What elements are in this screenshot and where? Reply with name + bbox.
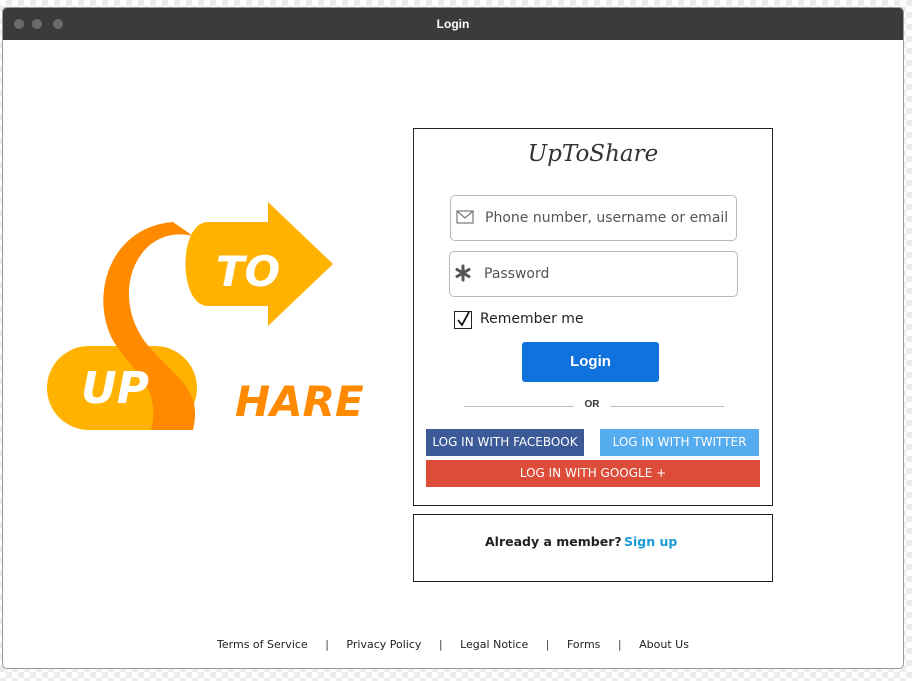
title-bar: Login [3, 8, 903, 40]
login-button[interactable]: Login [522, 342, 659, 382]
password-field[interactable] [449, 251, 738, 297]
footer-link-legal[interactable]: Legal Notice [460, 638, 528, 651]
envelope-icon [456, 209, 474, 230]
or-divider-left [464, 406, 574, 407]
brand-title: UpToShare [527, 141, 659, 167]
remember-checkbox[interactable] [454, 311, 472, 329]
remember-label: Remember me [480, 311, 584, 327]
uptoshare-logo: UP TO HARE [47, 202, 364, 430]
footer-link-forms[interactable]: Forms [567, 638, 600, 651]
login-panel: UpToShare Phone number, username or emai… [413, 128, 773, 506]
username-input[interactable] [483, 196, 730, 240]
signup-prompt: Already a member? [485, 534, 622, 549]
footer-separator: | [617, 638, 622, 651]
facebook-login-button[interactable]: LOG IN WITH FACEBOOK [426, 429, 584, 456]
footer-separator: | [545, 638, 550, 651]
footer-separator: | [438, 638, 443, 651]
login-window: Login UP TO HARE UpToShare Phone number,… [2, 7, 904, 669]
password-input[interactable] [482, 252, 731, 296]
footer-separator: | [325, 638, 329, 651]
twitter-login-button[interactable]: LOG IN WITH TWITTER [600, 429, 759, 456]
logo-up-text: UP [81, 363, 149, 414]
footer-link-about[interactable]: About Us [639, 638, 689, 651]
signup-link[interactable]: Sign up [624, 534, 677, 549]
footer-links: Terms of Service | Privacy Policy | Lega… [3, 638, 903, 651]
or-label: OR [584, 399, 600, 410]
username-field[interactable] [450, 195, 737, 241]
footer-link-terms[interactable]: Terms of Service [217, 638, 308, 651]
logo-hare-text: HARE [235, 377, 364, 426]
signup-panel: Already a member? Sign up [413, 514, 773, 582]
google-login-button[interactable]: LOG IN WITH GOOGLE + [426, 460, 760, 487]
footer-link-privacy[interactable]: Privacy Policy [346, 638, 421, 651]
logo-to-text: TO [216, 247, 280, 296]
window-title: Login [436, 17, 470, 31]
asterisk-icon [455, 264, 471, 287]
checkmark-icon [457, 311, 470, 327]
or-divider-right [610, 406, 724, 407]
